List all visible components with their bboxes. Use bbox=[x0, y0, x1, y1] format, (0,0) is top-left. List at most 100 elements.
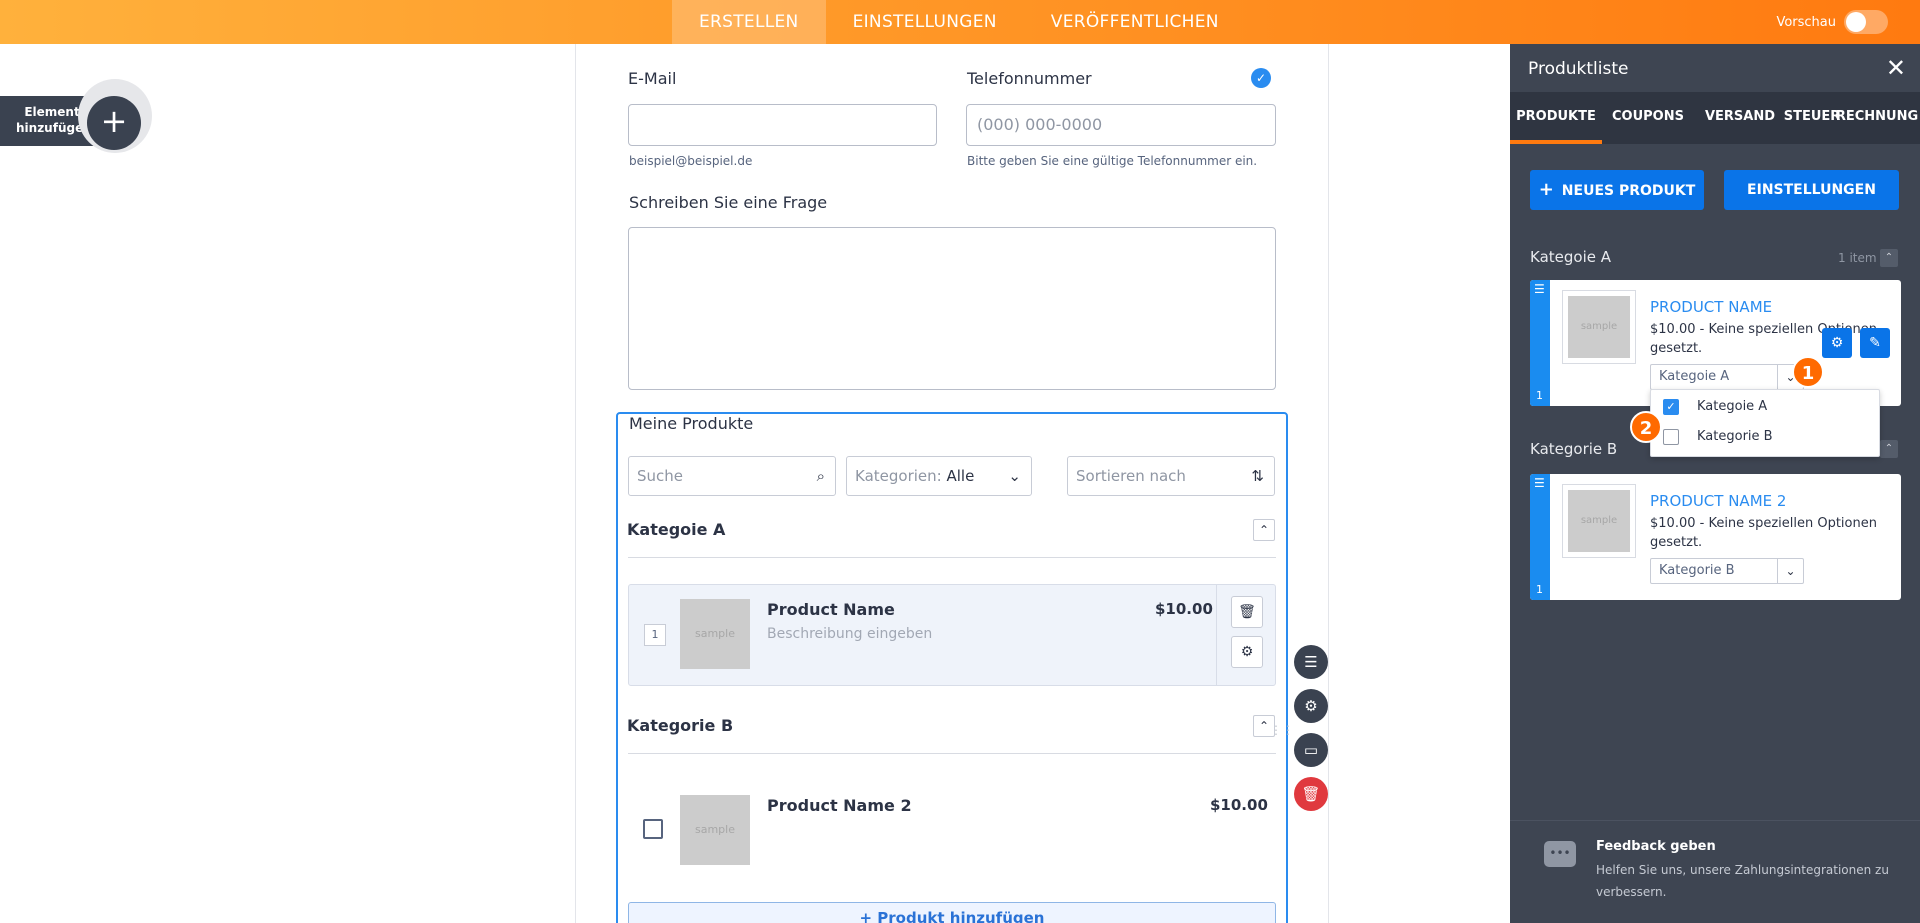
products-title: Meine Produkte bbox=[629, 414, 754, 433]
add-element-label: Element hinzufügen bbox=[16, 105, 92, 135]
panel-product-card[interactable]: ☰ 1 sample PRODUCT NAME 2 $10.00 - Keine… bbox=[1530, 474, 1901, 600]
preview-label: Vorschau bbox=[1776, 14, 1836, 30]
tab-erstellen[interactable]: ERSTELLEN bbox=[672, 0, 826, 44]
product-name: Product Name 2 bbox=[767, 796, 912, 815]
chevron-up-icon[interactable]: ⌃ bbox=[1880, 249, 1898, 267]
card-image: sample bbox=[1562, 484, 1636, 558]
drag-handle-icon[interactable]: ⋮⋮ bbox=[1270, 723, 1294, 737]
phone-field[interactable]: (000) 000-0000 bbox=[966, 104, 1276, 146]
card-number: 1 bbox=[1536, 583, 1543, 596]
tab-coupons[interactable]: COUPONS bbox=[1602, 92, 1694, 144]
option-checkbox-checked[interactable]: ✓ bbox=[1663, 399, 1679, 415]
panel-title: Produktliste bbox=[1528, 59, 1629, 79]
new-product-button[interactable]: + NEUES PRODUKT bbox=[1530, 170, 1704, 210]
email-hint: beispiel@beispiel.de bbox=[629, 154, 753, 168]
panel-settings-button[interactable]: EINSTELLUNGEN bbox=[1724, 170, 1899, 210]
preview-toggle-group: Vorschau bbox=[1776, 0, 1888, 44]
email-label: E-Mail bbox=[628, 69, 677, 88]
category-heading: Kategoie A bbox=[627, 520, 726, 539]
close-icon[interactable]: ✕ bbox=[1886, 54, 1906, 82]
chevron-down-icon: ⌄ bbox=[1008, 467, 1021, 485]
step-badge: 1 bbox=[1792, 356, 1824, 388]
card-product-description: $10.00 - Keine speziellen Optionen geset… bbox=[1650, 516, 1877, 550]
feedback-text: Helfen Sie uns, unsere Zahlungsintegrati… bbox=[1596, 863, 1889, 899]
tab-versand[interactable]: VERSAND bbox=[1694, 92, 1786, 144]
plus-icon: + bbox=[1538, 179, 1554, 200]
chevron-up-icon[interactable]: ⌃ bbox=[1880, 440, 1898, 458]
product-row-actions: 🗑 ⚙ bbox=[1216, 584, 1276, 686]
gear-icon[interactable]: ⚙ bbox=[1822, 328, 1852, 358]
menu-icon: ☰ bbox=[1534, 282, 1545, 296]
question-label: Schreiben Sie eine Frage bbox=[629, 193, 828, 212]
feedback-title[interactable]: Feedback geben bbox=[1596, 839, 1716, 854]
card-drag-bar[interactable]: ☰ 1 bbox=[1530, 474, 1550, 600]
category-heading: Kategorie B bbox=[627, 716, 734, 735]
category-divider bbox=[628, 753, 1276, 754]
category-dropdown: ✓ Kategoie A Kategorie B bbox=[1650, 389, 1880, 457]
card-image: sample bbox=[1562, 290, 1636, 364]
top-tabs: ERSTELLEN EINSTELLUNGEN VERÖFFENTLICHEN bbox=[672, 0, 1246, 44]
search-input[interactable]: Suche ⌕ bbox=[628, 456, 836, 496]
card-category-select[interactable]: Kategorie B ⌄ bbox=[1650, 558, 1804, 584]
dropdown-option[interactable]: ✓ Kategoie A bbox=[1651, 392, 1881, 422]
card-image-label: sample bbox=[1568, 296, 1630, 358]
categories-value: Alle bbox=[946, 467, 975, 485]
categories-label: Kategorien: bbox=[855, 467, 942, 485]
phone-label: Telefonnummer bbox=[967, 69, 1092, 88]
step-badge: 2 bbox=[1630, 411, 1662, 443]
product-price: $10.00 bbox=[1210, 796, 1268, 814]
card-category-value: Kategorie B bbox=[1659, 563, 1735, 578]
option-checkbox[interactable] bbox=[1663, 429, 1679, 445]
category-item-count: 1 item bbox=[1838, 251, 1877, 265]
tab-einstellungen[interactable]: EINSTELLUNGEN bbox=[826, 0, 1024, 44]
list-icon[interactable]: ☰ bbox=[1294, 645, 1328, 679]
card-drag-bar[interactable]: ☰ 1 bbox=[1530, 280, 1550, 406]
option-label: Kategorie B bbox=[1697, 429, 1773, 444]
card-product-name[interactable]: PRODUCT NAME bbox=[1650, 298, 1772, 316]
email-field[interactable] bbox=[628, 104, 937, 146]
sort-placeholder: Sortieren nach bbox=[1076, 467, 1186, 485]
toggle-knob bbox=[1846, 12, 1866, 32]
card-number: 1 bbox=[1536, 389, 1543, 402]
card-category-select[interactable]: Kategoie A ⌄ bbox=[1650, 364, 1804, 390]
gear-icon[interactable]: ⚙ bbox=[1231, 636, 1263, 668]
top-bar: ERSTELLEN EINSTELLUNGEN VERÖFFENTLICHEN … bbox=[0, 0, 1920, 44]
dropdown-option[interactable]: Kategorie B bbox=[1651, 422, 1881, 452]
plus-icon[interactable]: + bbox=[87, 96, 141, 150]
product-name: Product Name bbox=[767, 600, 895, 619]
quantity-box[interactable]: 1 bbox=[644, 624, 666, 646]
payment-card-icon[interactable]: ▭ bbox=[1294, 733, 1328, 767]
option-label: Kategoie A bbox=[1697, 399, 1768, 414]
tab-rechnung[interactable]: RECHNUNG bbox=[1834, 92, 1920, 144]
panel-category-heading: Kategorie B bbox=[1530, 440, 1618, 458]
add-product-button[interactable]: + Produkt hinzufügen bbox=[628, 902, 1276, 923]
trash-icon[interactable]: 🗑 bbox=[1294, 777, 1328, 811]
phone-hint: Bitte geben Sie eine gültige Telefonnumm… bbox=[967, 154, 1258, 168]
chat-icon: ••• bbox=[1544, 841, 1576, 867]
product-image: sample bbox=[680, 795, 750, 865]
tab-veroeffentlichen[interactable]: VERÖFFENTLICHEN bbox=[1024, 0, 1246, 44]
canvas-border-left bbox=[575, 44, 576, 923]
sort-select[interactable]: Sortieren nach ⇅ bbox=[1067, 456, 1275, 496]
category-divider bbox=[628, 557, 1276, 558]
pencil-icon[interactable]: ✎ bbox=[1860, 328, 1890, 358]
product-price: $10.00 bbox=[1155, 600, 1213, 618]
tab-produkte[interactable]: PRODUKTE bbox=[1510, 92, 1602, 144]
gear-icon[interactable]: ⚙ bbox=[1294, 689, 1328, 723]
card-category-value: Kategoie A bbox=[1659, 369, 1730, 384]
card-product-name[interactable]: PRODUCT NAME 2 bbox=[1650, 492, 1786, 510]
canvas-border-right bbox=[1328, 44, 1329, 923]
chevron-up-icon[interactable]: ⌃ bbox=[1253, 519, 1275, 541]
categories-select[interactable]: Kategorien: Alle ⌄ bbox=[846, 456, 1032, 496]
question-textarea[interactable] bbox=[628, 227, 1276, 390]
chevron-down-icon: ⌄ bbox=[1777, 559, 1803, 583]
product-description[interactable]: Beschreibung eingeben bbox=[767, 626, 932, 642]
trash-icon[interactable]: 🗑 bbox=[1231, 596, 1263, 628]
panel-category-heading: Kategoie A bbox=[1530, 248, 1611, 266]
check-circle-icon: ✓ bbox=[1251, 68, 1271, 88]
search-icon: ⌕ bbox=[816, 467, 825, 485]
search-placeholder: Suche bbox=[637, 467, 684, 485]
preview-toggle[interactable] bbox=[1844, 10, 1888, 34]
feedback-section: ••• Feedback geben Helfen Sie uns, unser… bbox=[1510, 820, 1920, 923]
product-checkbox[interactable] bbox=[643, 819, 663, 839]
